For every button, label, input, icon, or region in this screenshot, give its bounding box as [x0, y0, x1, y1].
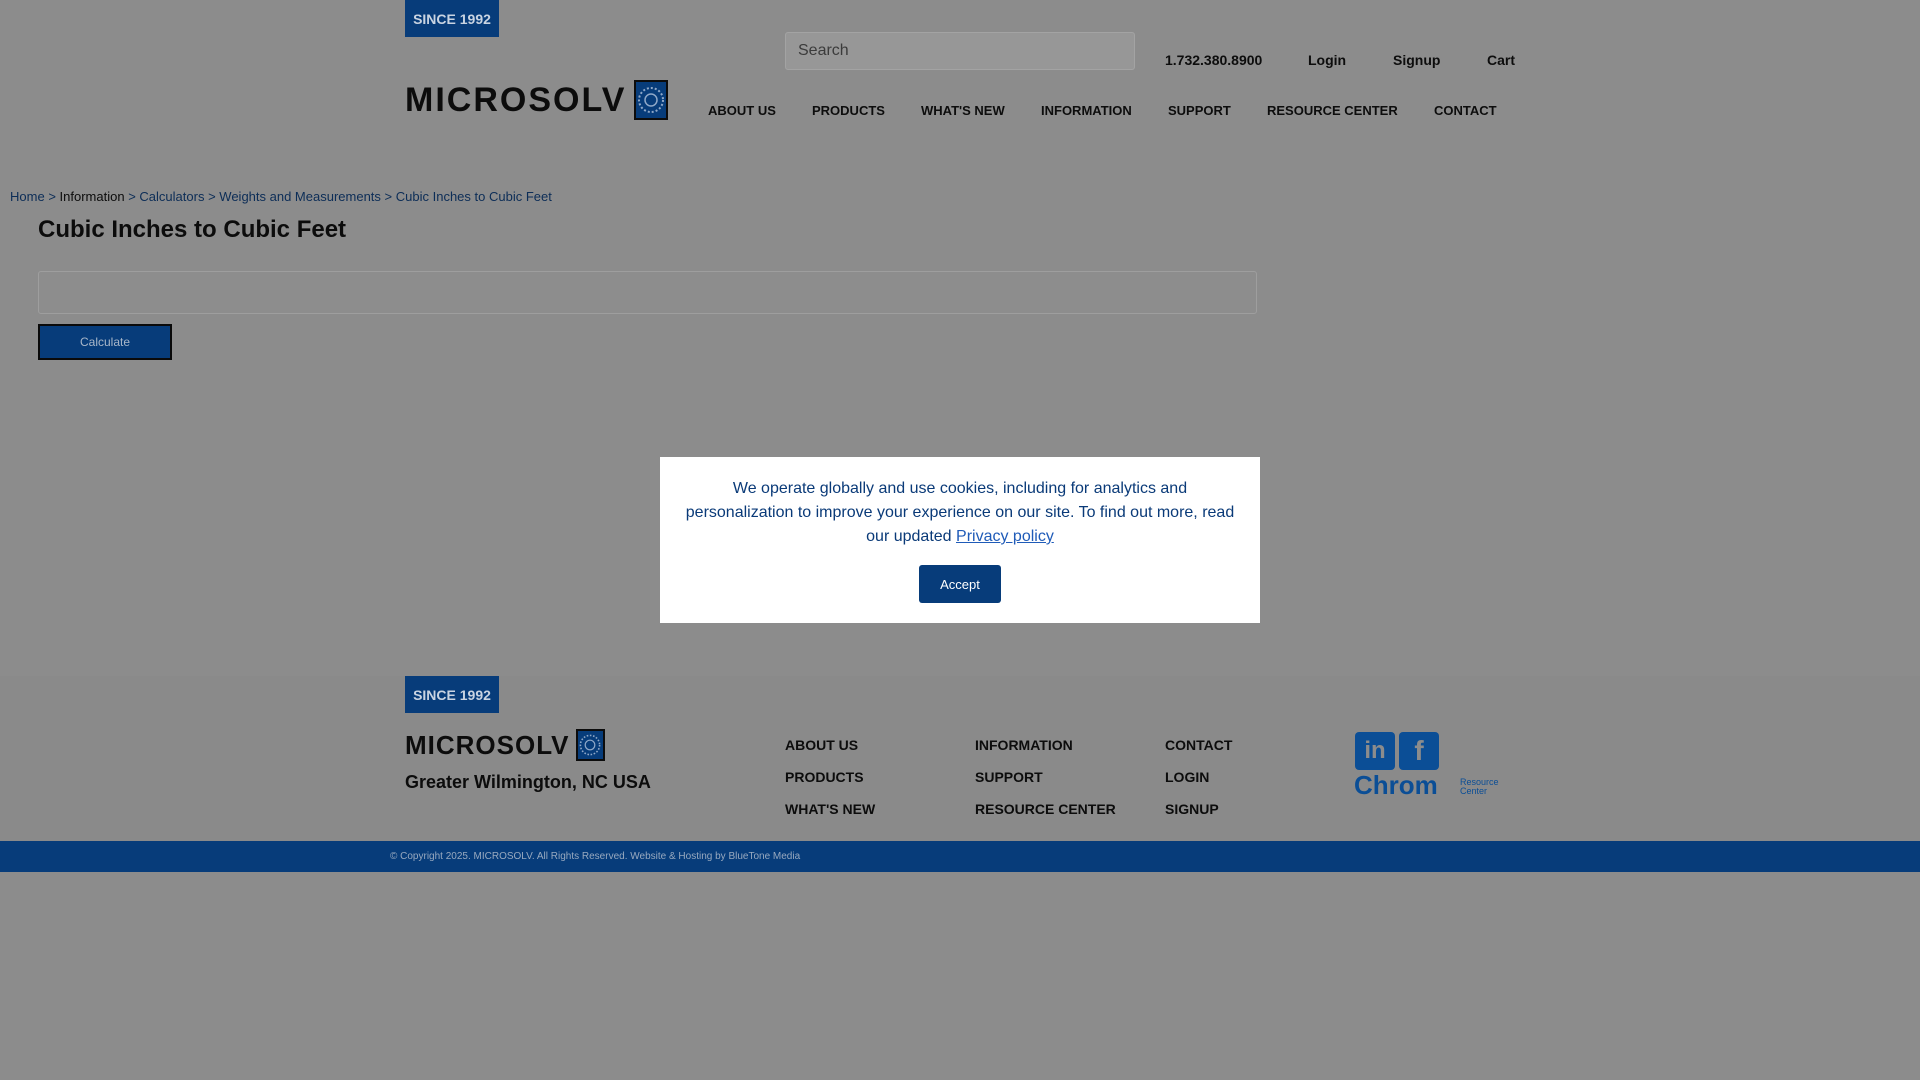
page-title: Cubic Inches to Cubic Feet — [38, 216, 347, 243]
phone-link[interactable]: 1.732.380.8900 — [1165, 52, 1262, 68]
logo-wordmark: MICROSOLV — [405, 80, 627, 119]
logo-emblem-icon — [634, 80, 669, 120]
footer-about-us[interactable]: ABOUT US — [785, 737, 858, 753]
nav-information[interactable]: INFORMATION — [1041, 103, 1132, 118]
footer-information[interactable]: INFORMATION — [975, 737, 1073, 753]
facebook-icon[interactable]: f — [1399, 732, 1439, 770]
footer-location: Greater Wilmington, NC USA — [405, 772, 651, 792]
search-input[interactable] — [785, 32, 1135, 70]
cart-link[interactable]: Cart — [1487, 52, 1515, 68]
footer-login[interactable]: LOGIN — [1165, 769, 1209, 785]
footer-whats-new[interactable]: WHAT'S NEW — [785, 801, 875, 817]
cookie-consent-dialog: We operate globally and use cookies, inc… — [660, 457, 1260, 623]
chrom-resource-center-label: Resource Center — [1460, 778, 1499, 796]
footer-signup[interactable]: SIGNUP — [1165, 801, 1219, 817]
calculator-input[interactable] — [38, 271, 1257, 314]
breadcrumb-separator: > — [128, 189, 136, 204]
footer-contact[interactable]: CONTACT — [1165, 737, 1232, 753]
breadcrumb-home[interactable]: Home — [10, 189, 45, 204]
site-logo[interactable]: MICROSOLV — [405, 80, 669, 120]
footer-products[interactable]: PRODUCTS — [785, 769, 864, 785]
accept-button[interactable]: Accept — [919, 565, 1001, 603]
nav-support[interactable]: SUPPORT — [1168, 103, 1231, 118]
breadcrumb: Home > Information > Calculators > Weigh… — [10, 189, 552, 204]
footer-since-badge: SINCE 1992 — [405, 676, 499, 713]
footer-logo-emblem-icon — [575, 729, 605, 761]
copyright-text: © Copyright 2025. MICROSOLV. All Rights … — [390, 851, 801, 862]
breadcrumb-information: Information — [59, 189, 125, 204]
linkedin-icon[interactable]: in — [1355, 732, 1395, 770]
login-link[interactable]: Login — [1308, 52, 1346, 68]
footer-resource-center[interactable]: RESOURCE CENTER — [975, 801, 1116, 817]
breadcrumb-calculators[interactable]: Calculators — [139, 189, 204, 204]
footer-support[interactable]: SUPPORT — [975, 769, 1043, 785]
since-badge: SINCE 1992 — [405, 0, 499, 37]
privacy-policy-link[interactable]: Privacy policy — [956, 528, 1054, 545]
footer-logo[interactable]: MICROSOLV — [405, 729, 605, 761]
site-header — [0, 0, 1920, 176]
nav-whats-new[interactable]: WHAT'S NEW — [921, 103, 1005, 118]
nav-resource-center[interactable]: RESOURCE CENTER — [1267, 103, 1398, 118]
copyright-bar — [0, 841, 1920, 872]
nav-products[interactable]: PRODUCTS — [812, 103, 885, 118]
footer-logo-wordmark: MICROSOLV — [405, 729, 570, 760]
cookie-message: We operate globally and use cookies, inc… — [680, 477, 1240, 549]
breadcrumb-weights[interactable]: Weights and Measurements — [219, 189, 381, 204]
nav-contact[interactable]: CONTACT — [1434, 103, 1497, 118]
signup-link[interactable]: Signup — [1393, 52, 1440, 68]
breadcrumb-current[interactable]: Cubic Inches to Cubic Feet — [396, 189, 552, 204]
breadcrumb-separator: > — [208, 189, 216, 204]
site-footer — [0, 676, 1920, 841]
chrom-logo[interactable]: Chrom — [1354, 770, 1438, 801]
breadcrumb-separator: > — [48, 189, 56, 204]
calculate-button[interactable]: Calculate — [38, 324, 172, 360]
nav-about-us[interactable]: ABOUT US — [708, 103, 776, 118]
breadcrumb-separator: > — [384, 189, 393, 204]
chrom-label-line2: Center — [1460, 786, 1488, 796]
